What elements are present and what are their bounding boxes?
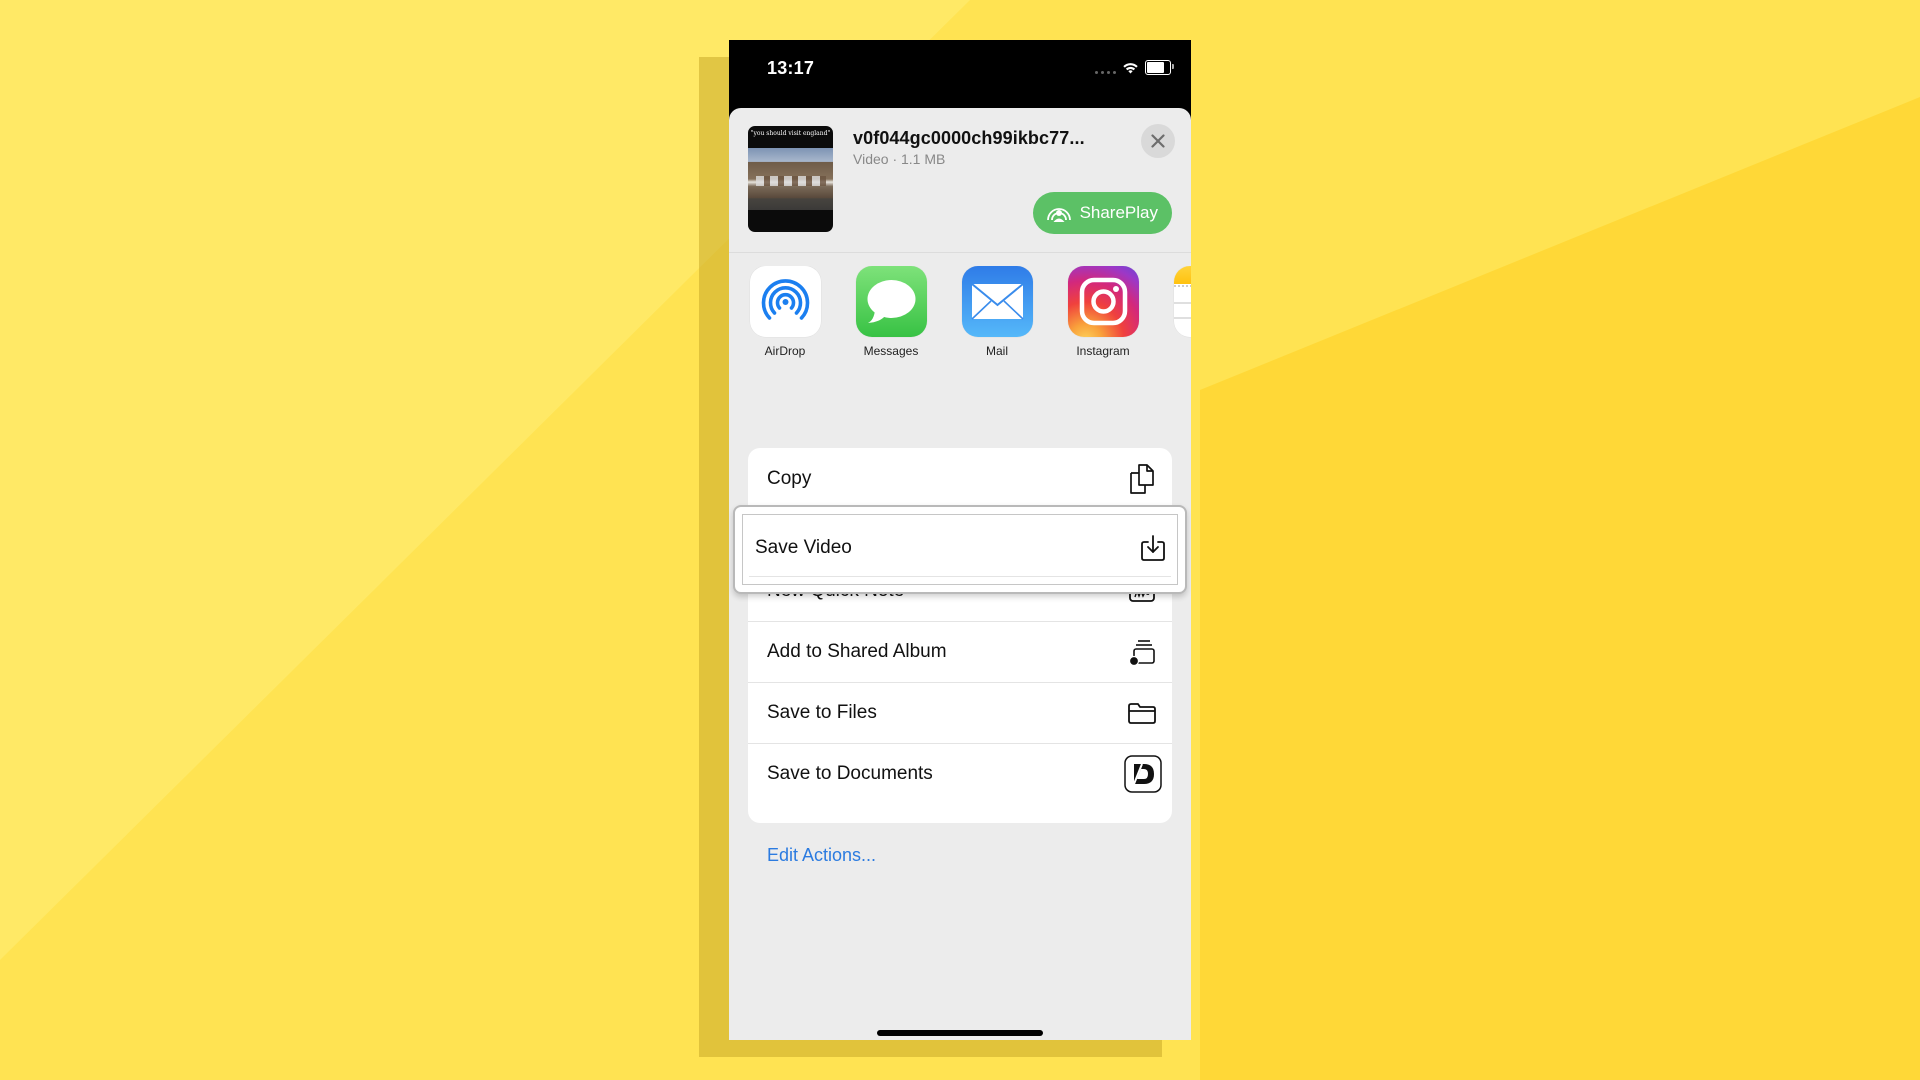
battery-icon xyxy=(1145,60,1174,75)
apps-row: AirDrop Messages Mail Instagram xyxy=(729,266,1191,366)
save-download-icon xyxy=(1137,532,1169,564)
file-name: v0f044gc0000ch99ikbc77... xyxy=(853,128,1085,148)
home-indicator[interactable] xyxy=(877,1030,1043,1036)
file-meta: Video · 1.1 MB xyxy=(853,151,946,167)
action-save-to-documents[interactable]: Save to Documents xyxy=(748,743,1172,804)
app-instagram[interactable]: Instagram xyxy=(1058,266,1148,358)
action-label: Save to Documents xyxy=(767,762,933,784)
action-label: Save Video xyxy=(755,537,852,558)
app-notes[interactable] xyxy=(1164,266,1191,337)
action-label: Add to Shared Album xyxy=(767,640,947,662)
action-label: Save to Files xyxy=(767,701,877,723)
mail-icon xyxy=(961,266,1033,337)
messages-icon xyxy=(855,266,927,337)
share-sheet-header: "you should visit england" v0f044gc0000c… xyxy=(729,108,1191,253)
app-label: Mail xyxy=(985,344,1008,358)
app-label: Messages xyxy=(863,344,919,358)
wifi-icon xyxy=(1123,62,1138,73)
action-save-video[interactable]: Save Video xyxy=(749,520,1171,577)
notes-icon xyxy=(1173,266,1191,337)
thumbnail-caption: "you should visit england" xyxy=(750,130,831,137)
status-bar: 13:17 xyxy=(729,40,1191,106)
shareplay-button[interactable]: SharePlay xyxy=(1032,192,1172,234)
share-sheet: "you should visit england" v0f044gc0000c… xyxy=(729,108,1191,1040)
video-thumbnail: "you should visit england" xyxy=(748,126,833,232)
action-save-to-files[interactable]: Save to Files xyxy=(748,682,1172,744)
app-airdrop[interactable]: AirDrop xyxy=(740,266,830,358)
documents-app-icon xyxy=(1124,754,1162,793)
thumbnail-photo xyxy=(748,148,833,210)
folder-icon xyxy=(1126,697,1158,729)
phone-screen: 13:17 "you should visit england" v0f044g… xyxy=(729,40,1191,1040)
close-icon xyxy=(1151,134,1165,148)
signal-dots-icon xyxy=(1095,62,1116,74)
edit-actions-link[interactable]: Edit Actions... xyxy=(767,845,876,866)
shareplay-label: SharePlay xyxy=(1079,203,1158,222)
shareplay-icon xyxy=(1046,208,1071,222)
instagram-icon xyxy=(1067,266,1139,337)
app-label: AirDrop xyxy=(764,344,806,358)
shared-album-icon xyxy=(1126,636,1158,668)
action-add-to-shared-album[interactable]: Add to Shared Album xyxy=(748,621,1172,683)
save-video-highlight: Save Video xyxy=(733,505,1187,594)
airdrop-icon xyxy=(749,266,821,337)
action-copy[interactable]: Copy xyxy=(748,448,1172,510)
status-icons xyxy=(1095,60,1174,75)
close-button[interactable] xyxy=(1141,124,1175,158)
app-mail[interactable]: Mail xyxy=(952,266,1042,358)
app-messages[interactable]: Messages xyxy=(846,266,936,358)
copy-icon xyxy=(1126,463,1158,495)
action-label: Copy xyxy=(767,467,812,489)
status-time: 13:17 xyxy=(767,58,815,78)
app-label: Instagram xyxy=(1076,344,1130,358)
